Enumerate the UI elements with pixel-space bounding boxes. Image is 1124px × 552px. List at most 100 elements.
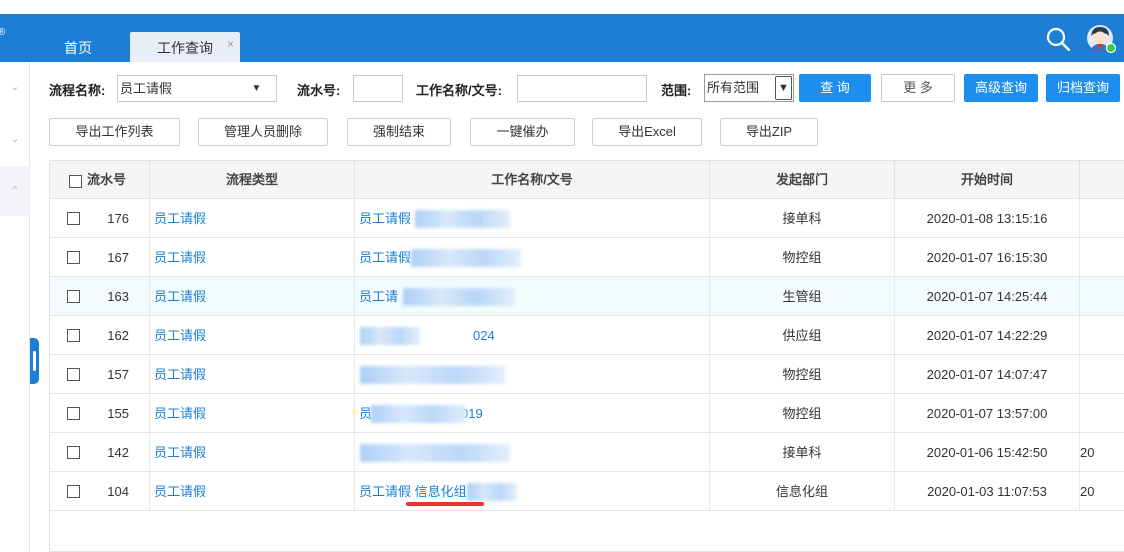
work-name-cell[interactable]: 员工请假029	[355, 199, 710, 238]
export-zip-button[interactable]: 导出ZIP	[720, 118, 818, 146]
table-row[interactable]: 163 员工请假员工请025生管组2020-01-07 14:25:44	[50, 277, 1124, 316]
work-name-label: 工作名称/文号:	[416, 83, 502, 98]
flow-type-link[interactable]: 员工请假	[150, 355, 355, 394]
row-checkbox[interactable]	[67, 368, 80, 381]
redacted-text	[415, 210, 510, 228]
flow-type-link[interactable]: 员工请假	[150, 316, 355, 355]
work-name-link[interactable]: 员工请假	[359, 250, 411, 265]
row-checkbox[interactable]	[67, 446, 80, 459]
start-time-cell: 2020-01-08 13:15:16	[895, 199, 1080, 238]
work-name-cell[interactable]: 员工请025	[355, 277, 710, 316]
serial-number: 104	[107, 484, 129, 499]
one-click-urge-button[interactable]: 一键催办	[470, 118, 575, 146]
tab-work-query[interactable]: 工作查询 ×	[130, 32, 240, 62]
column-start-time[interactable]: 开始时间	[895, 161, 1080, 199]
department-cell: 接单科	[710, 433, 895, 472]
work-name-cell[interactable]	[355, 355, 710, 394]
redacted-text	[360, 444, 510, 462]
work-name-suffix[interactable]: 024	[473, 316, 495, 355]
more-button[interactable]: 更 多	[881, 74, 955, 102]
row-checkbox[interactable]	[67, 290, 80, 303]
work-name-cell[interactable]: 员工请假	[355, 238, 710, 277]
avatar-icon[interactable]	[1086, 24, 1116, 54]
table-row[interactable]: 157 员工请假 物控组 2020-01-07 14:07:47	[50, 355, 1124, 394]
table-row[interactable]: 104 员工请假 员工请假 信息化组 信息化组 2020-01-03 11:07:53 2…	[50, 472, 1124, 511]
redacted-text	[360, 366, 505, 384]
work-name-link[interactable]: 员工请	[359, 289, 398, 304]
start-time-cell: 2020-01-07 16:15:30	[895, 238, 1080, 277]
row-checkbox[interactable]	[67, 485, 80, 498]
registered-mark: ®	[0, 27, 6, 38]
cell-serial-number: 104	[50, 472, 150, 511]
serial-number: 157	[107, 367, 129, 382]
flow-type-link[interactable]: 员工请假	[150, 199, 355, 238]
extra-cell: 20	[1080, 484, 1095, 499]
flow-name-label: 流程名称:	[49, 83, 106, 98]
work-name-link[interactable]: 员工请假	[359, 211, 411, 226]
redacted-text	[467, 483, 517, 501]
advanced-query-button[interactable]: 高级查询	[964, 74, 1038, 102]
redacted-text	[360, 327, 420, 345]
work-name-cell[interactable]: 024	[355, 316, 710, 355]
work-name-cell[interactable]: 员 019	[355, 394, 710, 433]
work-name-input[interactable]	[517, 75, 647, 102]
table-row[interactable]: 162 员工请假 024 供应组 2020-01-07 14:22:29	[50, 316, 1124, 355]
left-sidebar: ⌄ ⌄ ⌃	[0, 62, 30, 552]
flow-type-link[interactable]: 员工请假	[150, 433, 355, 472]
tab-home[interactable]: 首页	[40, 32, 116, 62]
redacted-text	[411, 249, 521, 267]
row-checkbox[interactable]	[67, 407, 80, 420]
export-work-list-button[interactable]: 导出工作列表	[49, 118, 180, 146]
cell-serial-number: 142	[50, 433, 150, 472]
work-name-cell[interactable]	[355, 433, 710, 472]
chevron-down-icon: ⌄	[10, 81, 20, 93]
serial-number-label: 流水号:	[297, 83, 341, 98]
serial-number-input[interactable]	[353, 75, 403, 102]
select-all-checkbox[interactable]	[69, 175, 82, 188]
column-department[interactable]: 发起部门	[710, 161, 895, 199]
flow-name-input[interactable]: 员工请假	[117, 75, 238, 102]
force-end-button[interactable]: 强制结束	[347, 118, 451, 146]
flow-type-link[interactable]: 员工请假	[150, 277, 355, 316]
extra-cell	[1080, 277, 1124, 316]
range-select[interactable]: 所有范围 ▼	[704, 74, 794, 102]
extra-cell	[1080, 355, 1124, 394]
table-row[interactable]: 176 员工请假员工请假029接单科2020-01-08 13:15:16	[50, 199, 1124, 238]
start-time-cell: 2020-01-07 13:57:00	[895, 394, 1080, 433]
department-cell: 物控组	[710, 238, 895, 277]
column-flow-type[interactable]: 流程类型	[150, 161, 355, 199]
start-time-cell: 2020-01-06 15:42:50	[895, 433, 1080, 472]
close-icon[interactable]: ×	[227, 28, 234, 60]
table-row[interactable]: 167 员工请假 员工请假 物控组 2020-01-07 16:15:30	[50, 238, 1124, 277]
column-serial-number-label: 流水号	[87, 172, 127, 187]
column-serial-number[interactable]: 流水号	[50, 161, 150, 199]
extra-cell	[1080, 199, 1124, 238]
column-extra	[1080, 161, 1124, 199]
chevron-down-icon: ▼	[775, 76, 792, 100]
cell-serial-number: 163	[50, 277, 150, 316]
table-row[interactable]: 155 员工请假员 019 物控组 2020-01-07 13:57:00	[50, 394, 1124, 433]
sidebar-collapse-handle[interactable]	[30, 338, 39, 384]
admin-delete-button[interactable]: 管理人员删除	[198, 118, 328, 146]
export-excel-button[interactable]: 导出Excel	[592, 118, 702, 146]
flow-type-link[interactable]: 员工请假	[150, 472, 355, 511]
sidebar-item-1[interactable]: ⌄	[0, 62, 30, 112]
row-checkbox[interactable]	[67, 329, 80, 342]
flow-type-link[interactable]: 员工请假	[150, 238, 355, 277]
table-row[interactable]: 142 员工请假 接单科 2020-01-06 15:42:50 20	[50, 433, 1124, 472]
archive-query-button[interactable]: 归档查询	[1046, 74, 1120, 102]
chevron-down-icon: ⌄	[10, 133, 20, 145]
search-icon[interactable]	[1046, 27, 1070, 51]
flow-type-link[interactable]: 员工请假	[150, 394, 355, 433]
query-button[interactable]: 查 询	[799, 74, 871, 102]
department-cell: 供应组	[710, 316, 895, 355]
column-work-name[interactable]: 工作名称/文号	[355, 161, 710, 199]
sidebar-item-3[interactable]: ⌃	[0, 166, 30, 216]
extra-cell	[1080, 316, 1124, 355]
serial-number: 155	[107, 406, 129, 421]
row-checkbox[interactable]	[67, 212, 80, 225]
flow-name-dropdown[interactable]: ▼	[237, 75, 277, 102]
sidebar-item-2[interactable]: ⌄	[0, 114, 30, 164]
row-checkbox[interactable]	[67, 251, 80, 264]
work-name-link[interactable]: 员工请假 信息化组	[359, 484, 467, 499]
